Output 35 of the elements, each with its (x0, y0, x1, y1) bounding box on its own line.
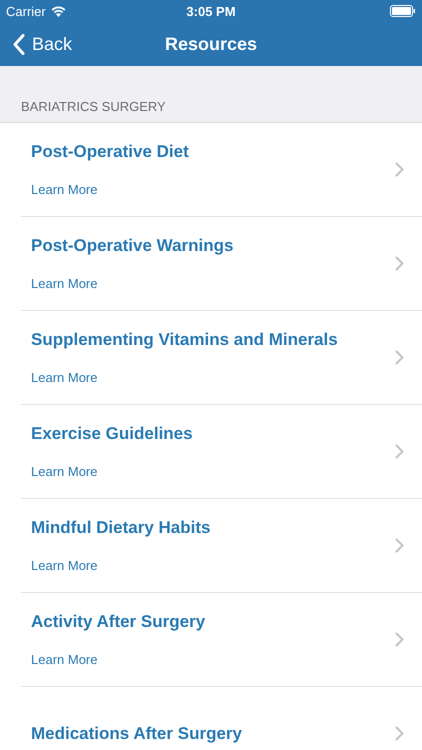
carrier-label: Carrier (6, 4, 46, 18)
chevron-right-icon (395, 162, 404, 177)
resource-title: Post-Operative Warnings (31, 236, 234, 256)
learn-more-link[interactable]: Learn More (31, 370, 395, 385)
chevron-left-icon (13, 34, 25, 54)
section-header: BARIATRICS SURGERY (21, 99, 166, 114)
chevron-right-icon (395, 444, 404, 459)
chevron-right-icon (395, 632, 404, 647)
learn-more-link[interactable]: Learn More (31, 464, 395, 479)
resource-title: Post-Operative Diet (31, 142, 190, 162)
learn-more-link[interactable]: Learn More (31, 276, 395, 291)
back-button[interactable]: Back (0, 26, 80, 62)
resource-title: Medications After Surgery (31, 724, 243, 744)
resource-row[interactable]: Post-Operative Diet Learn More (21, 123, 422, 217)
chevron-right-icon (395, 726, 404, 741)
battery-icon (390, 5, 416, 17)
resource-title: Mindful Dietary Habits (31, 518, 212, 538)
resource-title: Supplementing Vitamins and Minerals (31, 330, 339, 350)
learn-more-link[interactable]: Learn More (31, 558, 395, 573)
chevron-right-icon (395, 256, 404, 271)
resource-row[interactable]: Supplementing Vitamins and Minerals Learn More (21, 311, 422, 405)
chevron-right-icon (395, 538, 404, 553)
chevron-right-icon (395, 350, 404, 365)
resource-row[interactable]: Medications After Surgery (21, 687, 422, 750)
learn-more-link[interactable]: Learn More (31, 652, 395, 667)
clock-time: 3:05 PM (186, 4, 236, 18)
screen-title: Resources (164, 34, 258, 54)
learn-more-link[interactable]: Learn More (31, 182, 395, 197)
resource-row[interactable]: Exercise Guidelines Learn More (21, 405, 422, 499)
resource-row[interactable]: Activity After Surgery Learn More (21, 593, 422, 687)
resource-title: Activity After Surgery (31, 612, 206, 632)
wifi-icon (50, 6, 66, 16)
resource-row[interactable]: Mindful Dietary Habits Learn More (21, 499, 422, 593)
resource-row[interactable]: Post-Operative Warnings Learn More (21, 217, 422, 311)
resource-title: Exercise Guidelines (31, 424, 194, 444)
